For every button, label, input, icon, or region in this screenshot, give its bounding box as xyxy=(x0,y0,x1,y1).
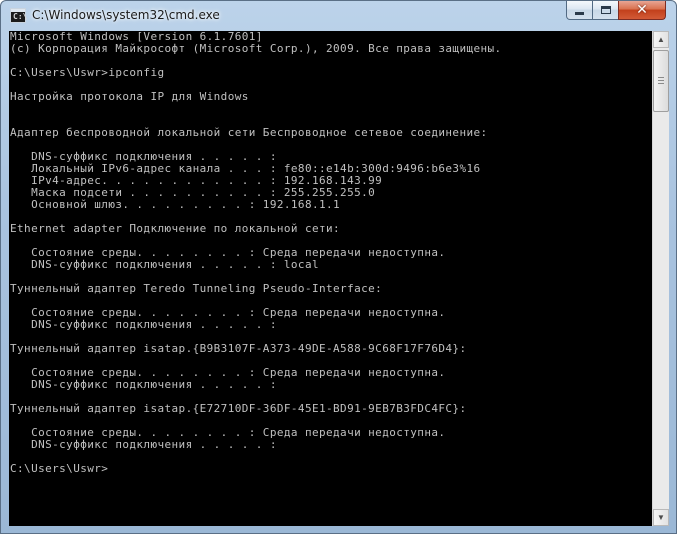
cmd-window: C:\ C:\Windows\system32\cmd.exe ✕ Micros… xyxy=(0,0,677,534)
scroll-up-button[interactable]: ▲ xyxy=(653,31,669,48)
maximize-icon xyxy=(600,6,611,14)
grip-line xyxy=(658,83,664,84)
window-title: C:\Windows\system32\cmd.exe xyxy=(32,8,220,22)
close-icon: ✕ xyxy=(636,2,648,18)
console-output[interactable]: Microsoft Windows [Version 6.1.7601] (c) … xyxy=(9,31,652,526)
console-line: (c) Корпорация Майкрософт (Microsoft Cor… xyxy=(10,42,502,55)
console-line: DNS-суффикс подключения . . . . . : xyxy=(10,378,277,391)
chevron-down-icon: ▼ xyxy=(657,513,665,522)
minimize-icon xyxy=(575,12,584,15)
scroll-down-button[interactable]: ▼ xyxy=(653,509,669,526)
title-bar[interactable]: C:\ C:\Windows\system32\cmd.exe ✕ xyxy=(1,1,676,31)
console-line: Туннельный адаптер Teredo Tunneling Pseu… xyxy=(10,282,383,295)
grip-line xyxy=(658,80,664,81)
console-line: DNS-суффикс подключения . . . . . : loca… xyxy=(10,258,319,271)
chevron-up-icon: ▲ xyxy=(657,35,665,44)
console-line: DNS-суффикс подключения . . . . . : xyxy=(10,318,277,331)
cmd-icon[interactable]: C:\ xyxy=(10,8,27,23)
minimize-button[interactable] xyxy=(566,1,593,20)
console-line: Настройка протокола IP для Windows xyxy=(10,90,249,103)
maximize-button[interactable] xyxy=(592,1,619,20)
scrollbar-thumb[interactable] xyxy=(653,50,669,112)
console-line: C:\Users\Uswr>ipconfig xyxy=(10,66,165,79)
vertical-scrollbar[interactable]: ▲ ▼ xyxy=(652,31,669,526)
console-line: Ethernet adapter Подключение по локально… xyxy=(10,222,341,235)
close-button[interactable]: ✕ xyxy=(618,1,666,20)
console-line: Основной шлюз. . . . . . . . . : 192.168… xyxy=(10,198,341,211)
grip-line xyxy=(658,77,664,78)
console-line: Туннельный адаптер isatap.{E72710DF-36DF… xyxy=(10,402,467,415)
console-line: Адаптер беспроводной локальной сети Бесп… xyxy=(10,126,488,139)
console-line: C:\Users\Uswr> xyxy=(10,462,109,475)
console-line: DNS-суффикс подключения . . . . . : xyxy=(10,438,277,451)
console-line: Туннельный адаптер isatap.{B9B3107F-A373… xyxy=(10,342,467,355)
